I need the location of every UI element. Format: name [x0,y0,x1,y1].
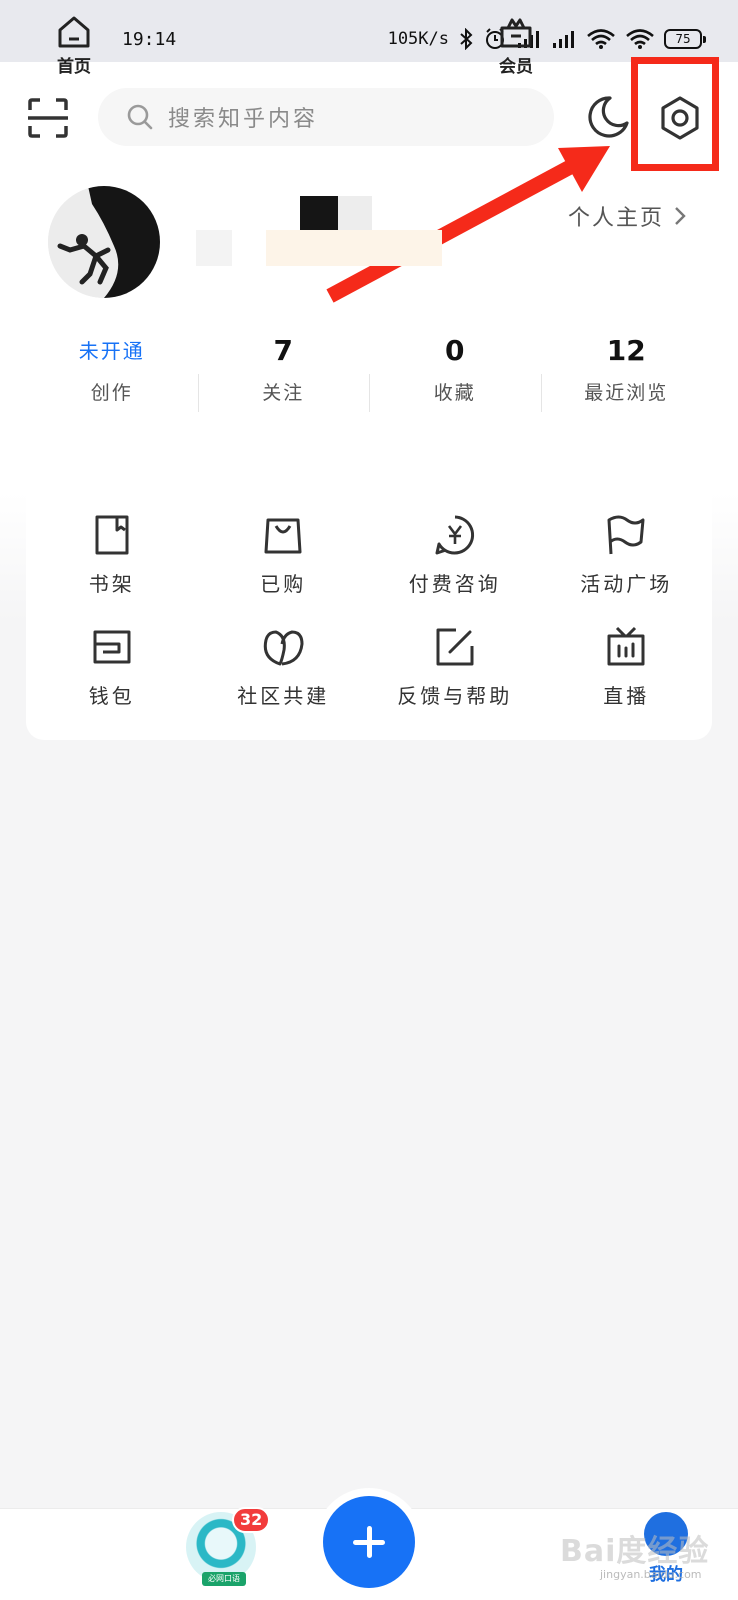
stat-favorites[interactable]: 0 收藏 [369,332,541,412]
chevron-right-icon [675,207,686,225]
search-icon [127,104,153,130]
personal-homepage-label: 个人主页 [567,206,664,231]
func-label: 钱包 [88,683,135,708]
stat-value: 未开通 [78,339,145,363]
notification-badge: 32 [232,1507,271,1533]
func-label: 已购 [260,571,307,596]
func-label: 直播 [603,683,650,708]
climber-avatar-image [48,186,160,298]
search-input[interactable]: 搜索知乎内容 [98,88,554,146]
bluetooth-icon [460,28,473,50]
stat-recent-views[interactable]: 12 最近浏览 [540,332,713,412]
func-bookshelf[interactable]: 书架 [26,498,198,610]
wallet-icon [93,630,131,663]
username-redacted-pale [196,230,232,266]
scan-icon[interactable] [26,96,70,140]
flag-icon [607,515,645,554]
username-redacted-light [338,196,372,230]
annotation-highlight-box [631,57,719,171]
home-icon [58,16,90,48]
nav-vip[interactable]: 会员 [476,14,556,77]
feedback-icon [436,628,474,665]
create-post-button[interactable] [323,1496,415,1588]
func-label: 反馈与帮助 [397,683,513,708]
community-icon [264,630,304,665]
func-paid-consult[interactable]: 付费咨询 [369,498,541,610]
stat-value: 12 [606,334,646,367]
bookshelf-icon [95,515,129,554]
battery-level: 75 [675,32,691,46]
func-label: 活动广场 [580,571,673,596]
watermark-url: jingyan.baidu.com [600,1568,702,1581]
tv-icon [607,626,645,665]
func-feedback-help[interactable]: 反馈与帮助 [369,610,541,722]
status-time: 19:14 [122,29,177,50]
stat-label: 收藏 [433,382,476,404]
func-wallet[interactable]: 钱包 [26,610,198,722]
network-speed: 105K/s [387,29,449,49]
stat-label: 关注 [262,382,305,404]
nav-vip-label: 会员 [499,57,533,77]
func-purchased[interactable]: 已购 [198,498,370,610]
night-mode-icon[interactable] [584,93,632,141]
stat-label: 最近浏览 [584,382,669,404]
wifi-icon-2 [626,29,654,49]
paid-consult-icon [435,515,474,554]
stat-label: 创作 [90,382,133,404]
func-live[interactable]: 直播 [541,610,713,722]
search-placeholder: 搜索知乎内容 [168,107,319,132]
func-activity-square[interactable]: 活动广场 [541,498,713,610]
battery-icon: 75 [664,29,706,49]
function-grid: 书架 已购 付费咨询 活动广场 钱包 社区共建 反馈与帮助 直播 [26,478,712,740]
nav-home-label: 首页 [57,57,91,77]
shopping-bag-icon [264,518,302,553]
stat-value: 7 [273,334,293,367]
func-label: 社区共建 [237,683,330,708]
nav-home[interactable]: 首页 [34,14,114,77]
username-redacted [300,196,338,230]
wifi-icon [587,29,615,49]
stat-following[interactable]: 7 关注 [197,332,370,412]
stat-value: 0 [445,334,465,367]
personal-homepage-link[interactable]: 个人主页 [568,200,686,232]
func-label: 书架 [88,571,135,596]
circle-caption: 必网口语 [202,1572,246,1586]
crown-bag-icon [500,18,532,48]
watermark: Bai度经验 [560,1534,710,1569]
func-community[interactable]: 社区共建 [198,610,370,722]
stat-creation[interactable]: 未开通 创作 [26,332,198,412]
profile-stats: 未开通 创作 7 关注 0 收藏 12 最近浏览 [26,332,712,412]
func-label: 付费咨询 [408,571,501,596]
signature-redacted [266,230,442,266]
avatar[interactable] [48,186,160,298]
